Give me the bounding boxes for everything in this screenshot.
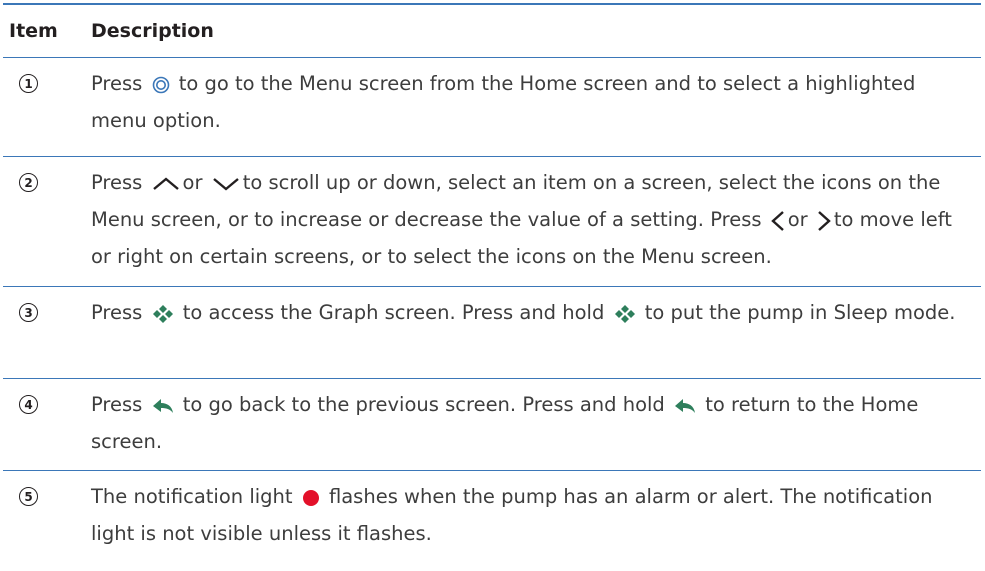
graph-diamond-icon bbox=[152, 304, 174, 324]
header-description: Description bbox=[91, 20, 214, 42]
row-description: Press to go to the Menu screen from the … bbox=[91, 72, 916, 132]
table-row: 3 Press to access the Graph screen. Pres… bbox=[3, 287, 981, 379]
table-header: Item Description bbox=[3, 5, 981, 58]
select-button-icon bbox=[152, 76, 170, 94]
notification-light-icon bbox=[302, 489, 320, 507]
table-row: 1 Press to go to the Menu screen from th… bbox=[3, 58, 981, 157]
table-row: 5 The notification light flashes when th… bbox=[3, 471, 981, 567]
header-item: Item bbox=[9, 20, 58, 42]
table-row: 4 Press to go back to the previous scree… bbox=[3, 379, 981, 471]
right-arrow-icon bbox=[817, 210, 831, 232]
item-number: 4 bbox=[19, 395, 38, 414]
down-arrow-icon bbox=[212, 177, 240, 191]
item-description-table: Item Description 1 Press to go to the Me… bbox=[3, 3, 981, 567]
up-arrow-icon bbox=[152, 176, 180, 191]
row-description: The notification light flashes when the … bbox=[91, 485, 933, 545]
left-arrow-icon bbox=[770, 210, 785, 232]
item-number: 5 bbox=[19, 487, 38, 506]
row-description: Press to go back to the previous screen.… bbox=[91, 393, 919, 453]
table-row: 2 Press or to scroll up or down, select … bbox=[3, 157, 981, 287]
row-description: Press or to scroll up or down, select an… bbox=[91, 171, 952, 268]
back-arrow-icon bbox=[152, 397, 174, 415]
back-arrow-icon bbox=[674, 397, 696, 415]
graph-diamond-icon bbox=[614, 304, 636, 324]
item-number: 1 bbox=[19, 74, 38, 93]
row-description: Press to access the Graph screen. Press … bbox=[91, 301, 956, 324]
item-number: 3 bbox=[19, 303, 38, 322]
item-number: 2 bbox=[19, 173, 38, 192]
